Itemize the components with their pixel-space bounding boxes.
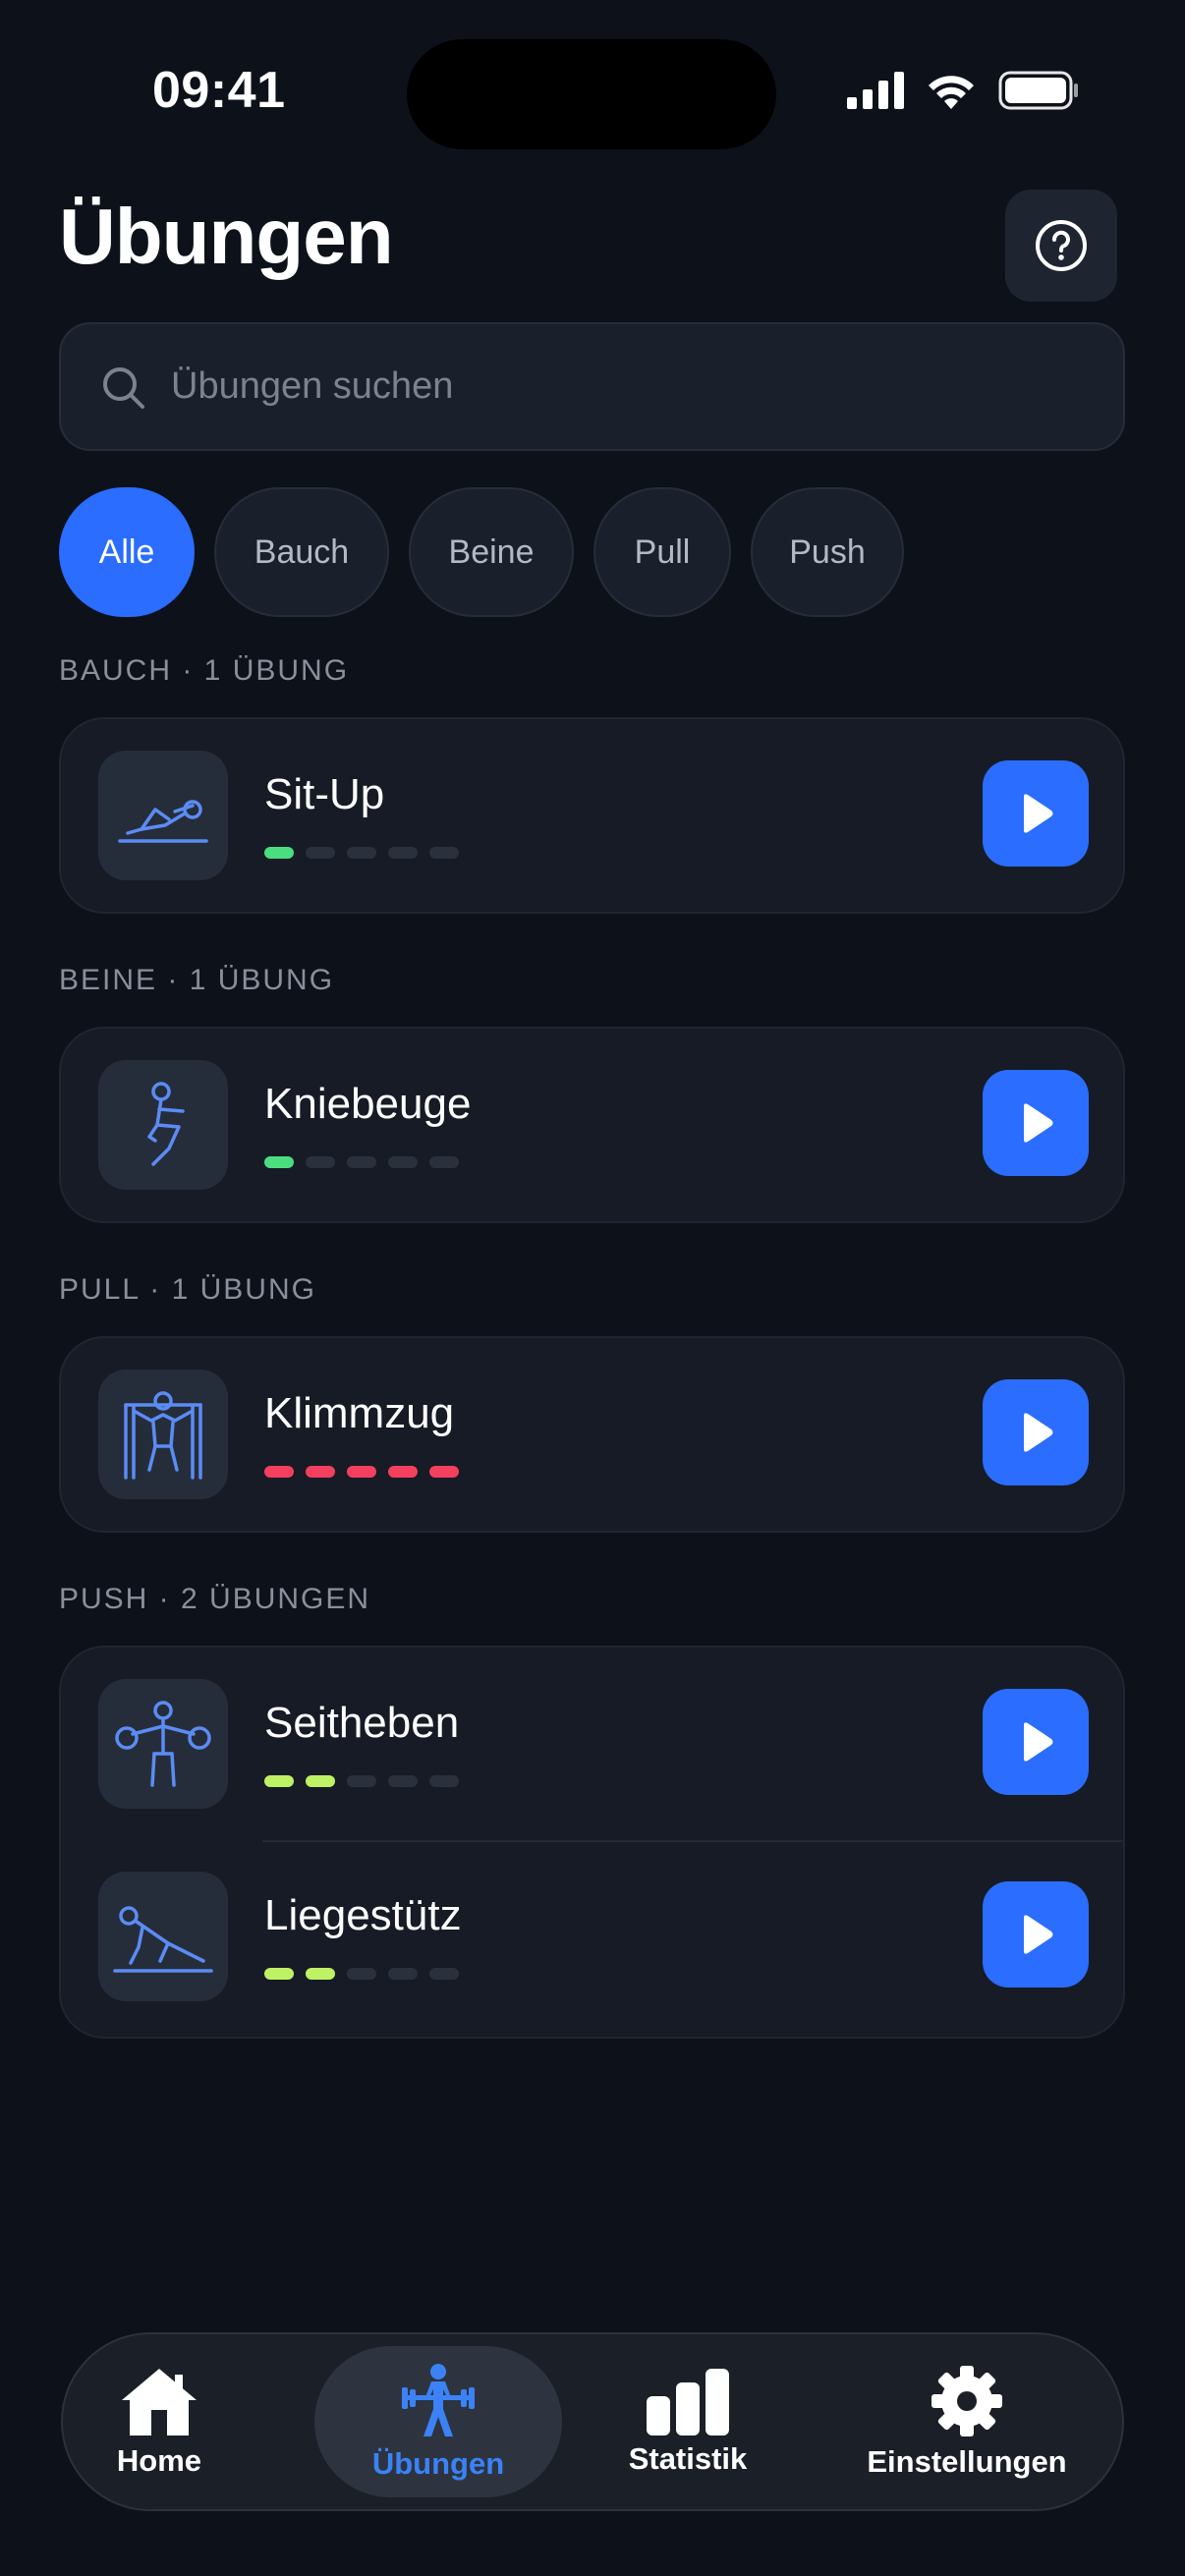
difficulty-dot <box>429 1156 459 1168</box>
filter-chips: Alle Bauch Beine Pull Push <box>59 487 904 617</box>
difficulty-dot <box>429 1968 459 1980</box>
chip-push[interactable]: Push <box>751 487 904 617</box>
difficulty-dot-filled <box>264 847 294 859</box>
difficulty-dot <box>306 1156 335 1168</box>
play-icon <box>1024 1413 1053 1452</box>
difficulty-dot <box>429 847 459 859</box>
exercise-row[interactable]: Klimmzug <box>61 1338 1123 1531</box>
difficulty-dot-filled <box>347 1466 376 1478</box>
difficulty-dot-filled <box>306 1775 335 1787</box>
chip-alle[interactable]: Alle <box>59 487 195 617</box>
pullup-icon <box>98 1370 228 1499</box>
play-button[interactable] <box>983 1070 1089 1176</box>
status-icons <box>847 71 1079 110</box>
cellular-signal-icon <box>847 72 904 109</box>
difficulty-dot <box>306 847 335 859</box>
play-icon <box>1024 794 1053 833</box>
wifi-icon <box>929 76 974 109</box>
exercise-name: Seitheben <box>264 1699 460 1747</box>
chip-bauch[interactable]: Bauch <box>214 487 389 617</box>
tab-exercises[interactable]: Übungen <box>314 2346 562 2497</box>
search-box[interactable] <box>59 322 1125 451</box>
difficulty-dot <box>347 1968 376 1980</box>
play-icon <box>1024 1915 1053 1954</box>
exercise-name: Klimmzug <box>264 1389 455 1437</box>
tab-label: Statistik <box>628 2441 748 2476</box>
difficulty-dot-filled <box>306 1968 335 1980</box>
exercise-name: Sit-Up <box>264 770 385 818</box>
section-label-beine: BEINE · 1 ÜBUNG <box>59 964 335 996</box>
page-title: Übungen <box>59 193 394 280</box>
section-label-bauch: BAUCH · 1 ÜBUNG <box>59 654 350 687</box>
tab-label: Home <box>116 2443 202 2478</box>
exercise-row[interactable]: Sit-Up <box>61 719 1123 912</box>
dynamic-island <box>407 39 776 149</box>
tab-home[interactable]: Home <box>86 2346 232 2497</box>
difficulty-dot <box>347 1775 376 1787</box>
difficulty-dot-filled <box>264 1156 294 1168</box>
play-icon <box>1024 1103 1053 1143</box>
section-card-beine: Kniebeuge <box>59 1027 1125 1223</box>
difficulty-dots <box>264 1775 459 1787</box>
section-card-push: Seitheben Liegestütz <box>59 1646 1125 2039</box>
difficulty-dots <box>264 1156 459 1168</box>
difficulty-dot-filled <box>264 1775 294 1787</box>
exercise-row[interactable]: Seitheben <box>61 1648 1123 1840</box>
difficulty-dot <box>429 1775 459 1787</box>
difficulty-dot <box>388 1156 418 1168</box>
battery-icon <box>998 71 1078 110</box>
difficulty-dot-filled <box>429 1466 459 1478</box>
tab-label: Einstellungen <box>867 2444 1067 2479</box>
section-label-push: PUSH · 2 ÜBUNGEN <box>59 1583 371 1615</box>
chip-beine[interactable]: Beine <box>409 487 574 617</box>
chip-pull[interactable]: Pull <box>593 487 731 617</box>
play-button[interactable] <box>983 1379 1089 1485</box>
play-icon <box>1024 1722 1053 1762</box>
exercise-row[interactable]: Liegestütz <box>61 1840 1123 2033</box>
bar-chart-icon <box>647 2369 729 2436</box>
difficulty-dots <box>264 1968 459 1980</box>
gear-icon <box>931 2366 1002 2436</box>
lateral-raise-icon <box>98 1679 228 1809</box>
difficulty-dots <box>264 1466 459 1478</box>
home-icon <box>122 2369 197 2436</box>
difficulty-dot-filled <box>388 1466 418 1478</box>
row-divider <box>262 1840 1123 1842</box>
section-card-bauch: Sit-Up <box>59 717 1125 914</box>
weightlifting-icon <box>402 2364 475 2436</box>
difficulty-dots <box>264 847 459 859</box>
search-input[interactable] <box>169 364 1057 409</box>
help-button[interactable] <box>1005 190 1117 302</box>
difficulty-dot <box>388 847 418 859</box>
tab-stats[interactable]: Statistik <box>609 2346 766 2497</box>
play-button[interactable] <box>983 1689 1089 1795</box>
tab-settings[interactable]: Einstellungen <box>853 2346 1081 2497</box>
play-button[interactable] <box>983 760 1089 867</box>
search-icon <box>100 364 145 410</box>
play-button[interactable] <box>983 1881 1089 1988</box>
difficulty-dot <box>347 1156 376 1168</box>
tab-bar: Home Übungen Statistik Einstellungen <box>61 2332 1124 2511</box>
difficulty-dot-filled <box>306 1466 335 1478</box>
status-time: 09:41 <box>152 62 286 119</box>
difficulty-dot <box>388 1775 418 1787</box>
difficulty-dot-filled <box>264 1968 294 1980</box>
exercise-name: Liegestütz <box>264 1891 462 1939</box>
help-icon <box>1036 220 1087 271</box>
exercise-name: Kniebeuge <box>264 1080 472 1128</box>
situp-icon <box>98 751 228 880</box>
difficulty-dot-filled <box>264 1466 294 1478</box>
difficulty-dot <box>347 847 376 859</box>
squat-icon <box>98 1060 228 1190</box>
pushup-icon <box>98 1872 228 2001</box>
exercise-row[interactable]: Kniebeuge <box>61 1029 1123 1221</box>
tab-label: Übungen <box>371 2446 505 2481</box>
section-label-pull: PULL · 1 ÜBUNG <box>59 1273 316 1306</box>
difficulty-dot <box>388 1968 418 1980</box>
section-card-pull: Klimmzug <box>59 1336 1125 1533</box>
